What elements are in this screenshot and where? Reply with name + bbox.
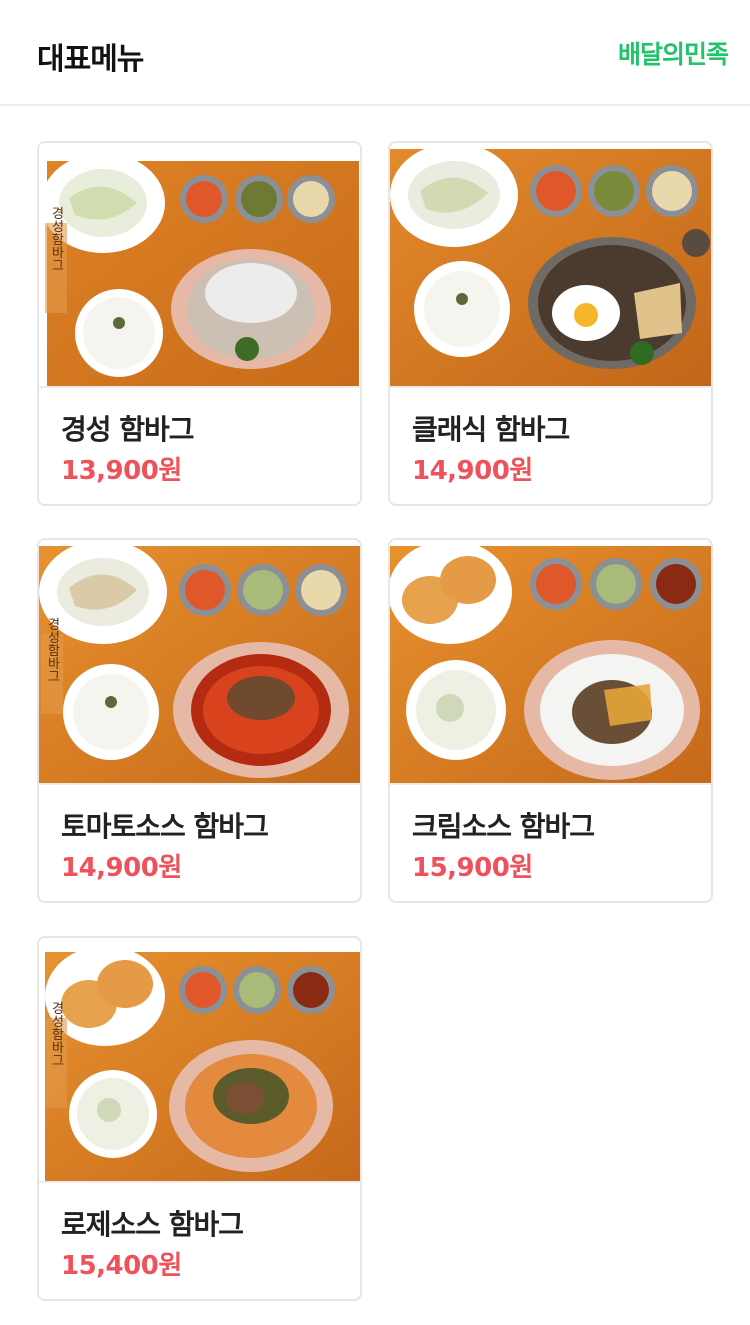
menu-photo: 경성함바그: [39, 143, 360, 388]
app-header: 대표메뉴 배달의민족: [0, 0, 750, 106]
menu-name: 경성 함바그: [61, 413, 195, 446]
menu-name: 클래식 함바그: [412, 413, 570, 446]
page-title: 대표메뉴: [37, 42, 144, 77]
menu-card[interactable]: 경성함바그 토마토소스 함바그 14,900원: [37, 538, 362, 903]
stamp-text: 경성함바그: [49, 1002, 64, 1067]
brand-logo[interactable]: 배달의민족: [618, 35, 729, 71]
menu-price: 13,900원: [61, 456, 182, 486]
menu-card[interactable]: 경성함바그 경성 함바그 13,900원: [37, 141, 362, 506]
menu-price: 14,900원: [412, 456, 533, 486]
menu-card[interactable]: 클래식 함바그 14,900원: [388, 141, 713, 506]
stamp-text: 경성함바그: [49, 207, 64, 272]
stamp-text: 경성함바그: [45, 618, 60, 683]
menu-photo: 경성함바그: [39, 938, 360, 1183]
menu-price: 15,900원: [412, 853, 533, 883]
menu-name: 토마토소스 함바그: [61, 810, 269, 843]
menu-name: 로제소스 함바그: [61, 1208, 244, 1241]
menu-photo: 경성함바그: [39, 540, 360, 785]
menu-photo: [390, 143, 711, 388]
menu-card[interactable]: 크림소스 함바그 15,900원: [388, 538, 713, 903]
menu-photo: [390, 540, 711, 785]
menu-price: 14,900원: [61, 853, 182, 883]
menu-name: 크림소스 함바그: [412, 810, 595, 843]
menu-price: 15,400원: [61, 1251, 182, 1281]
menu-card[interactable]: 경성함바그 로제소스 함바그 15,400원: [37, 936, 362, 1301]
